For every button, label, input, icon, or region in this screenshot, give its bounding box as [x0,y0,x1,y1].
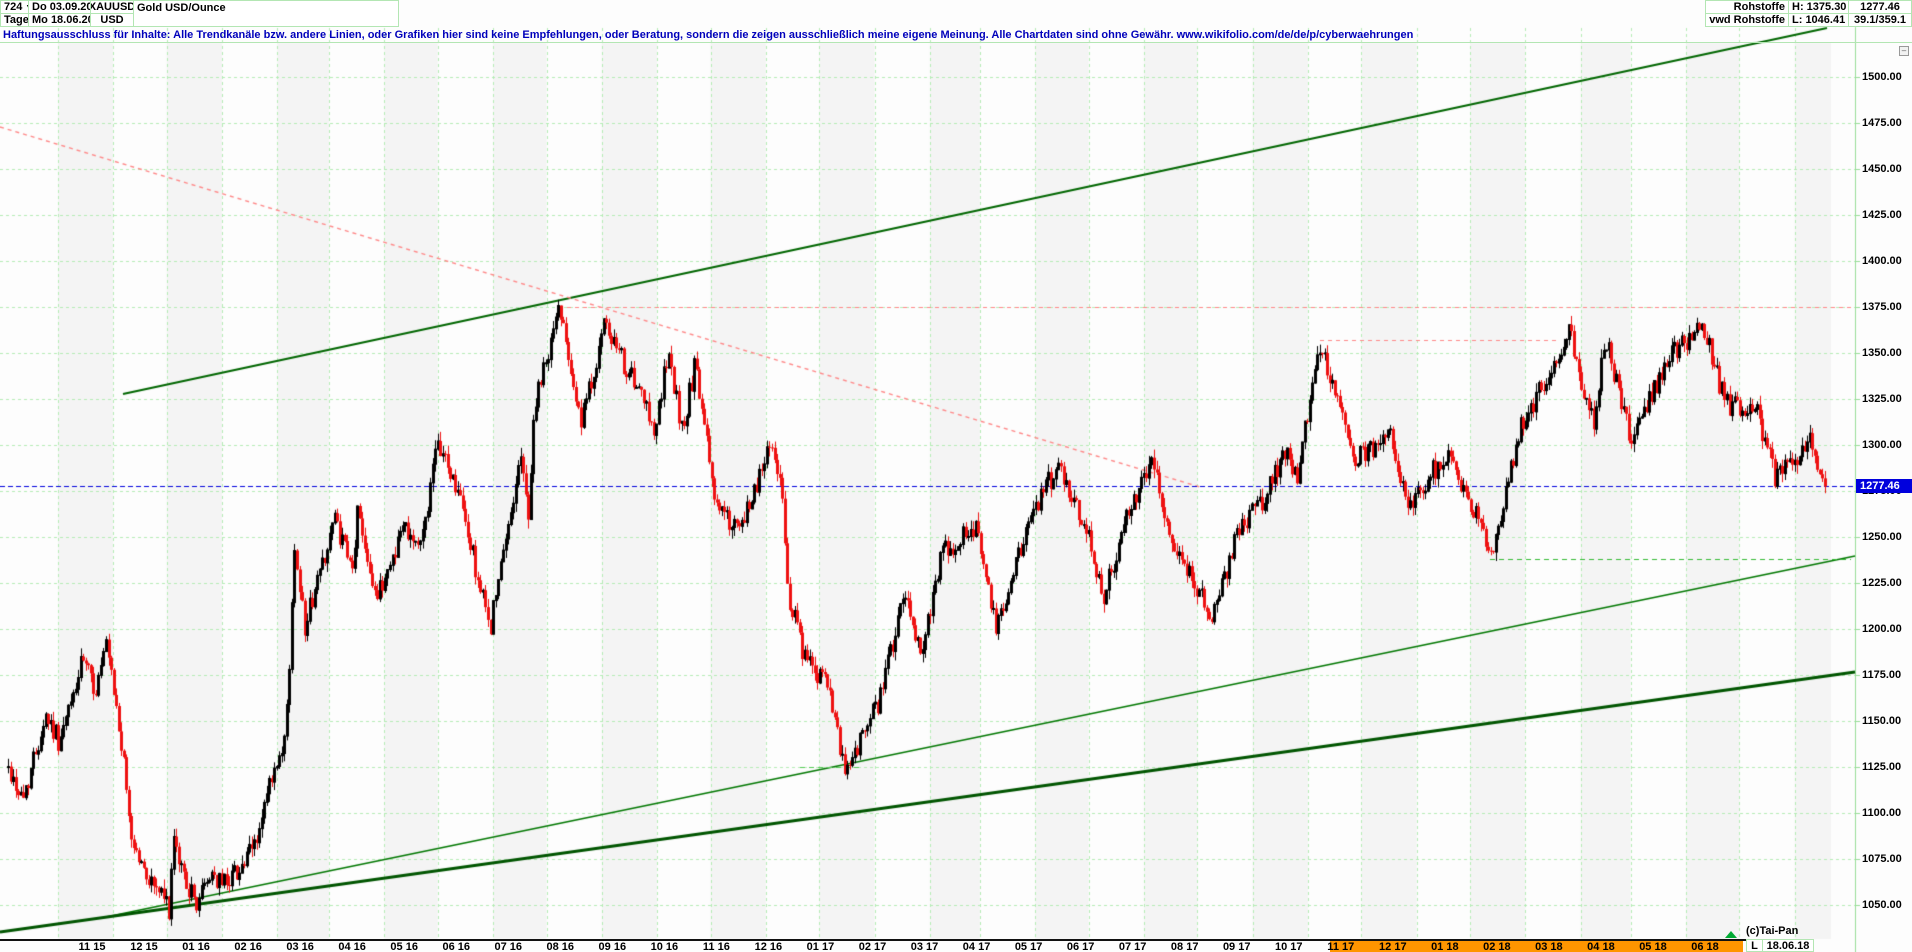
x-axis-month-label: 05 16 [390,941,418,952]
x-axis-month-label: 09 17 [1222,941,1251,952]
instrument-title-cell: Gold USD/Ounce [133,0,399,27]
x-axis-month-label: 03 18 [1535,941,1563,952]
last-date-cell: 18.06.18 [1762,939,1814,952]
last-label-cell: L [1746,939,1763,952]
currency-cell: USD [90,13,134,27]
misc-value-cell: 39.1/359.1 [1848,13,1912,27]
x-axis-month-label: 02 16 [234,941,262,952]
price-chart-canvas[interactable] [0,0,1912,952]
bars-count-dropdown[interactable]: 724 ▼ [0,0,29,14]
end-date-cell: Mo 18.06.2018 [28,13,91,27]
x-axis-month-label: 04 17 [962,941,991,952]
y-axis-label: 1175.00 [1862,669,1902,681]
x-axis-month-label: 08 17 [1170,941,1199,952]
last-price-tag: 1277.46 [1856,479,1912,493]
x-axis-month-label: 06 17 [1066,941,1095,952]
instrument-title: Gold USD/Ounce [137,2,226,14]
x-axis-month-label: 01 16 [182,941,210,952]
y-axis-label: 1350.00 [1862,347,1902,359]
x-axis-month-label: 03 17 [910,941,939,952]
x-axis-month-label: 11 15 [78,941,106,952]
period-low-cell: L: 1046.41 [1788,13,1849,27]
y-axis-label: 1125.00 [1862,761,1902,773]
y-axis-label: 1325.00 [1862,393,1902,405]
x-axis-month-label: 12 15 [130,941,158,952]
y-axis-label: 1475.00 [1862,117,1902,129]
x-axis-month-label: 01 18 [1431,941,1459,952]
x-axis-month-label: 06 16 [442,941,470,952]
x-axis-month-label: 01 17 [806,941,835,952]
x-axis-month-label: 10 16 [650,941,679,952]
y-axis-label: 1225.00 [1862,577,1902,589]
feed-name-cell: Rohstoffe [1705,0,1789,14]
symbol-cell: XAUUSD [90,0,134,14]
tai-pan-chart-window: 724 ▼ Do 03.09.2015 XAUUSD Gold USD/Ounc… [0,0,1912,952]
x-axis-month-label: 04 18 [1587,941,1615,952]
last-price-cell: 1277.46 [1848,0,1912,14]
y-axis-label: 1100.00 [1862,807,1902,819]
y-axis-label: 1200.00 [1862,623,1902,635]
bars-count-value: 724 [4,1,23,13]
period-high-cell: H: 1375.30 [1788,0,1849,14]
y-axis-label: 1075.00 [1862,853,1902,865]
x-axis-month-label: 05 18 [1639,941,1667,952]
x-axis-month-label: 12 17 [1379,941,1407,952]
x-axis-month-label: 09 16 [598,941,627,952]
y-axis-label: 1425.00 [1862,209,1902,221]
y-axis-label: 1375.00 [1862,301,1902,313]
x-axis-month-label: 05 17 [1014,941,1043,952]
x-axis-month-label: 07 17 [1118,941,1147,952]
y-axis-label: 1400.00 [1862,255,1902,267]
x-axis-month-label: 07 16 [494,941,523,952]
x-axis-month-label: 11 16 [702,941,730,952]
disclaimer-text: Haftungsausschluss für Inhalte: Alle Tre… [0,27,1912,43]
x-axis-month-label: 04 16 [338,941,366,952]
y-axis-label: 1500.00 [1862,71,1902,83]
x-axis-month-label: 12 16 [754,941,783,952]
x-axis-month-label: 06 18 [1691,941,1719,952]
x-axis-month-label: 08 16 [546,941,575,952]
start-date-cell: Do 03.09.2015 [28,0,91,14]
feed-source-cell: vwd Rohstoffe [1705,13,1789,27]
timeframe-value: Tage [4,14,29,26]
timeframe-dropdown[interactable]: Tage ▼ [0,13,29,27]
y-axis-label: 1050.00 [1862,899,1902,911]
current-bar-marker-icon [1725,931,1737,938]
x-axis-month-label: 11 17 [1327,941,1355,952]
y-axis-label: 1300.00 [1862,439,1902,451]
x-axis-month-label: 10 17 [1274,941,1303,952]
y-axis-label: 1250.00 [1862,531,1902,543]
collapse-button[interactable]: – [1899,46,1909,56]
y-axis-label: 1150.00 [1862,715,1902,727]
y-axis-label: 1450.00 [1862,163,1902,175]
copyright-label: (c)Tai-Pan [1746,925,1799,937]
x-axis-month-label: 03 16 [286,941,314,952]
x-axis-month-label: 02 18 [1483,941,1511,952]
x-axis-month-label: 02 17 [858,941,887,952]
